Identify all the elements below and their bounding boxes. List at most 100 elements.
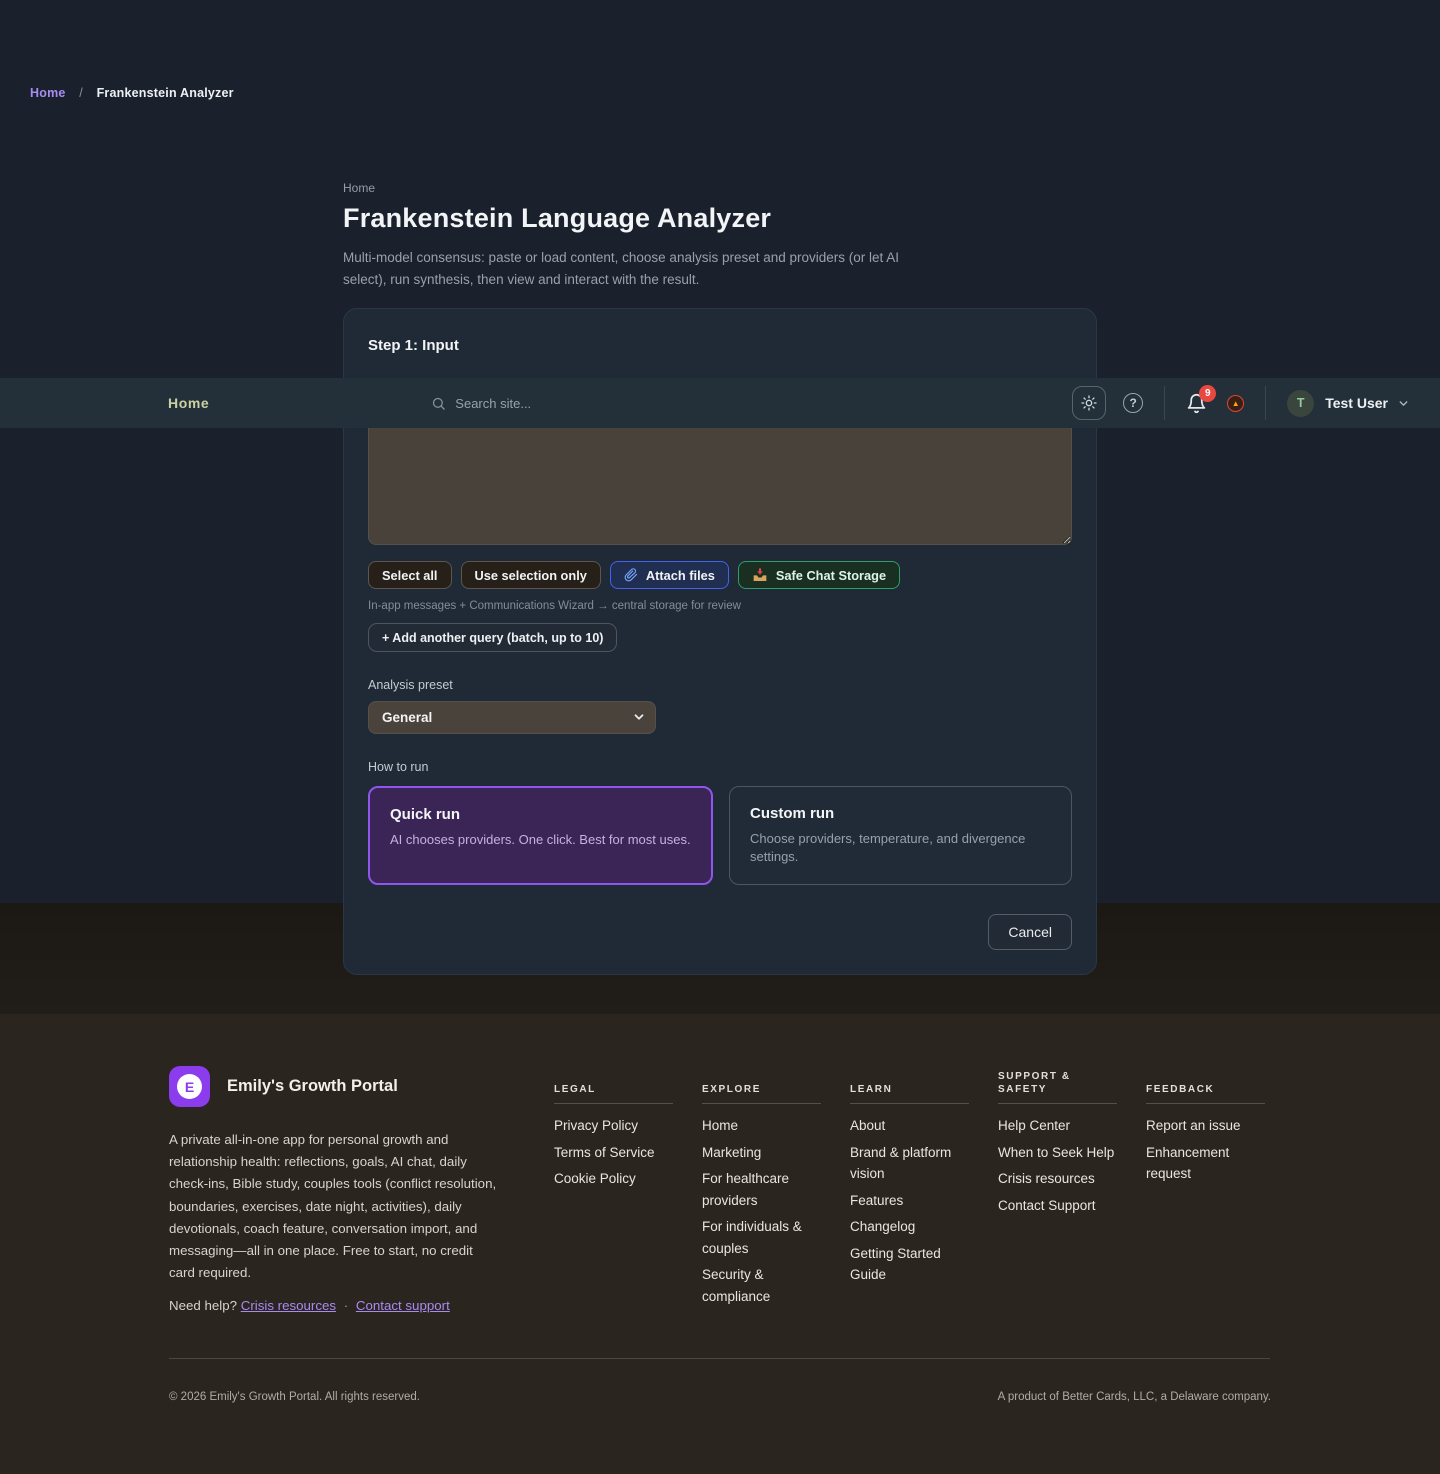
main-section: Home / Frankenstein Analyzer Home Franke… [0, 0, 1440, 903]
footer-brand: E Emily's Growth Portal A private all-in… [169, 1066, 500, 1313]
custom-run-option[interactable]: Custom run Choose providers, temperature… [729, 786, 1072, 885]
help-icon[interactable]: ? [1123, 393, 1143, 413]
footer-column-explore: EXPLORE Home Marketing For healthcare pr… [702, 1066, 821, 1313]
add-query-label: + Add another query (batch, up to 10) [382, 631, 603, 645]
analysis-preset-label: Analysis preset [368, 678, 1072, 692]
footer-column-support-safety: SUPPORT & SAFETY Help Center When to See… [998, 1066, 1117, 1313]
footer-link[interactable]: Crisis resources [998, 1168, 1117, 1190]
page-description: Multi-model consensus: paste or load con… [343, 247, 921, 291]
breadcrumb-current: Frankenstein Analyzer [97, 86, 234, 100]
page-eyebrow: Home [343, 181, 1097, 195]
search-input[interactable] [455, 396, 875, 411]
contact-support-link[interactable]: Contact support [356, 1298, 450, 1313]
breadcrumb-separator: / [79, 86, 83, 100]
attach-files-label: Attach files [646, 568, 715, 583]
crisis-resources-link[interactable]: Crisis resources [241, 1298, 336, 1313]
page-title: Frankenstein Language Analyzer [343, 203, 1097, 234]
inbox-tray-icon [752, 567, 768, 583]
dot-separator: · [344, 1298, 348, 1313]
footer-divider [169, 1358, 1270, 1359]
footer-link[interactable]: Home [702, 1115, 821, 1137]
company-note: A product of Better Cards, LLC, a Delawa… [998, 1391, 1271, 1403]
footer-description: A private all-in-one app for personal gr… [169, 1129, 500, 1284]
footer-link[interactable]: Marketing [702, 1142, 821, 1164]
user-name: Test User [1325, 395, 1388, 411]
footer-link[interactable]: Cookie Policy [554, 1168, 673, 1190]
add-query-button[interactable]: + Add another query (batch, up to 10) [368, 623, 617, 652]
input-actions-row: Select all Use selection only Attach fil… [368, 561, 1072, 589]
footer-link[interactable]: Getting Started Guide [850, 1243, 969, 1286]
footer-main: E Emily's Growth Portal A private all-in… [169, 1066, 1271, 1313]
footer-heading: LEGAL [554, 1083, 596, 1096]
card-actions: Cancel [368, 914, 1072, 950]
footer-link[interactable]: About [850, 1115, 969, 1137]
footer-link[interactable]: Features [850, 1190, 969, 1212]
safe-chat-storage-label: Safe Chat Storage [776, 568, 886, 583]
footer-link[interactable]: Terms of Service [554, 1142, 673, 1164]
footer-column-legal: LEGAL Privacy Policy Terms of Service Co… [554, 1066, 673, 1313]
brand-logo-initial: E [177, 1074, 202, 1099]
notification-count-badge: 9 [1199, 385, 1216, 402]
select-all-button[interactable]: Select all [368, 561, 452, 589]
brand-logo-icon: E [169, 1066, 210, 1107]
analysis-preset-wrap: General [368, 701, 656, 734]
user-menu-chevron-down-icon[interactable] [1397, 397, 1410, 410]
search-icon [431, 396, 446, 411]
footer-link[interactable]: Enhancement request [1146, 1142, 1265, 1185]
footer-columns: LEGAL Privacy Policy Terms of Service Co… [554, 1066, 1265, 1313]
breadcrumb: Home / Frankenstein Analyzer [30, 86, 234, 100]
sun-icon [1081, 395, 1097, 411]
theme-toggle-button[interactable] [1072, 386, 1106, 420]
footer-link[interactable]: Contact Support [998, 1195, 1117, 1217]
footer-link[interactable]: Help Center [998, 1115, 1117, 1137]
quick-run-option[interactable]: Quick run AI chooses providers. One clic… [368, 786, 713, 885]
footer-bottom-bar: © 2026 Emily's Growth Portal. All rights… [169, 1391, 1271, 1403]
navbar-right: ? 9 ▲ T Test User [1072, 386, 1410, 420]
footer-heading: LEARN [850, 1083, 892, 1096]
site-search [431, 396, 1072, 411]
site-footer: E Emily's Growth Portal A private all-in… [0, 1014, 1440, 1474]
step1-title: Step 1: Input [368, 337, 1072, 354]
need-help-line: Need help? Crisis resources · Contact su… [169, 1298, 500, 1313]
use-selection-only-button[interactable]: Use selection only [461, 561, 601, 589]
cancel-button[interactable]: Cancel [988, 914, 1072, 950]
user-avatar[interactable]: T [1287, 390, 1314, 417]
custom-run-title: Custom run [750, 805, 1051, 822]
alarm-status-icon[interactable]: ▲ [1227, 395, 1244, 412]
storage-note: In-app messages + Communications Wizard … [368, 600, 1072, 612]
copyright-text: © 2026 Emily's Growth Portal. All rights… [169, 1391, 420, 1403]
notifications-button[interactable]: 9 [1186, 393, 1207, 414]
footer-column-learn: LEARN About Brand & platform vision Feat… [850, 1066, 969, 1313]
analysis-preset-select[interactable]: General [368, 701, 656, 734]
select-all-label: Select all [382, 568, 438, 583]
breadcrumb-home-link[interactable]: Home [30, 86, 66, 100]
nav-divider [1265, 386, 1266, 420]
run-mode-row: Quick run AI chooses providers. One clic… [368, 786, 1072, 885]
nav-home-link[interactable]: Home [168, 395, 209, 411]
footer-link[interactable]: For healthcare providers [702, 1168, 821, 1211]
page-content: Home Frankenstein Language Analyzer Mult… [343, 0, 1097, 975]
footer-link[interactable]: For individuals & couples [702, 1216, 821, 1259]
footer-heading: EXPLORE [702, 1083, 761, 1096]
top-navbar: Home ? [0, 378, 1440, 428]
safe-chat-storage-button[interactable]: Safe Chat Storage [738, 561, 900, 589]
quick-run-description: AI chooses providers. One click. Best fo… [390, 831, 691, 849]
footer-link[interactable]: Brand & platform vision [850, 1142, 969, 1185]
footer-heading: SUPPORT & SAFETY [998, 1070, 1117, 1096]
paperclip-icon [624, 568, 638, 582]
custom-run-description: Choose providers, temperature, and diver… [750, 830, 1051, 866]
use-selection-only-label: Use selection only [475, 568, 587, 583]
quick-run-title: Quick run [390, 806, 691, 823]
how-to-run-label: How to run [368, 760, 1072, 774]
footer-heading: FEEDBACK [1146, 1083, 1214, 1096]
footer-link[interactable]: Report an issue [1146, 1115, 1265, 1137]
footer-link[interactable]: Security & compliance [702, 1264, 821, 1307]
need-help-label: Need help? [169, 1298, 237, 1313]
footer-link[interactable]: When to Seek Help [998, 1142, 1117, 1164]
footer-link[interactable]: Privacy Policy [554, 1115, 673, 1137]
attach-files-button[interactable]: Attach files [610, 561, 729, 589]
footer-column-feedback: FEEDBACK Report an issue Enhancement req… [1146, 1066, 1265, 1313]
brand-name: Emily's Growth Portal [227, 1077, 398, 1096]
footer-link[interactable]: Changelog [850, 1216, 969, 1238]
nav-divider [1164, 386, 1165, 420]
